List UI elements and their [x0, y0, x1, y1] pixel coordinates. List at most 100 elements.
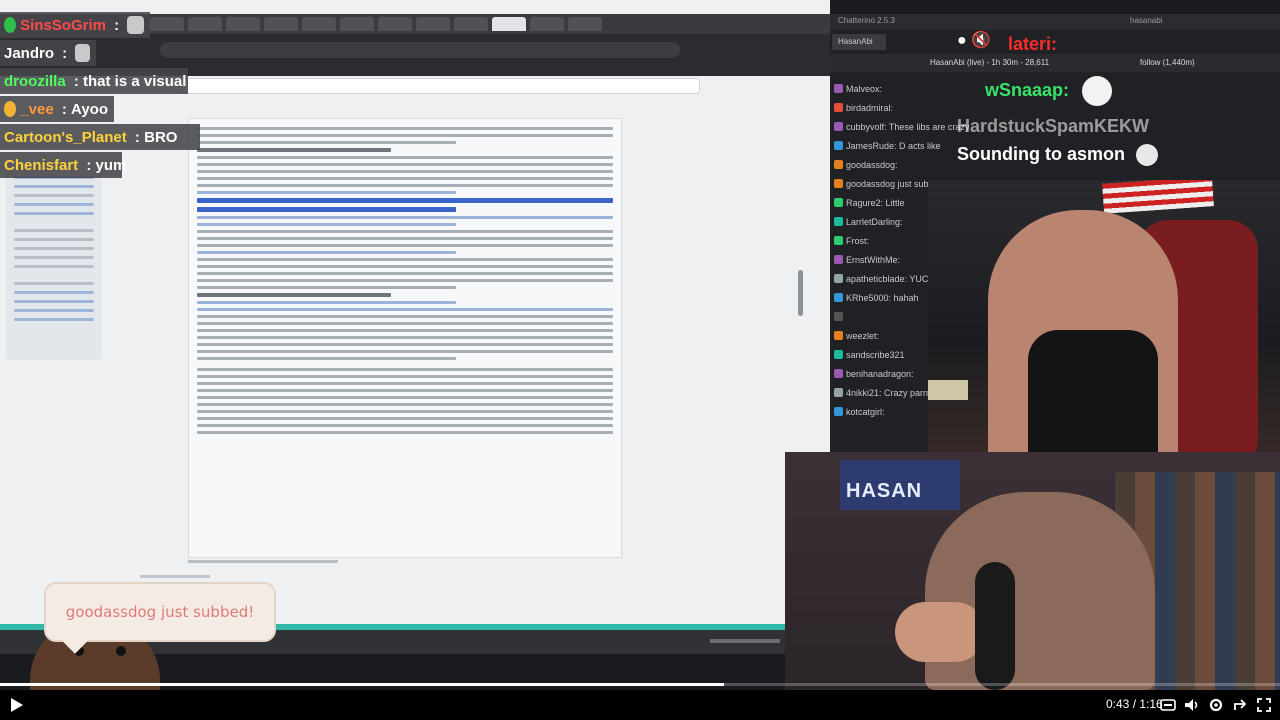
chat-message: Chenisfart : yum — [0, 152, 126, 178]
user-badge-icon — [834, 274, 843, 283]
chatterino-message: benihanadragon: — [834, 369, 914, 381]
user-badge-icon — [834, 84, 843, 93]
sub-alert-text: goodassdog just subbed! — [65, 603, 255, 621]
chatterino-message-text: 4nikki21: Crazy parrot — [846, 388, 934, 398]
chat-separator: : — [58, 44, 72, 62]
user-badge-icon — [4, 17, 17, 33]
chatterino-message-text: LarrletDarling: — [846, 217, 903, 227]
chatterino-message-text: Frost: — [846, 236, 870, 246]
chat-text: BRO — [144, 128, 178, 146]
chatterino-stream-info: HasanAbi (live) - 1h 30m - 28,611 — [930, 58, 1050, 67]
overlay-user-wsnaaap: wSnaaap: — [985, 79, 1070, 100]
chat-message: droozilla : that is a visual — [0, 68, 188, 94]
chatterino-message: kotcatgirl: — [834, 407, 885, 419]
video-player[interactable]: Chatterino 2.5.3 hasanabi HasanAbi Hasan… — [0, 0, 1280, 690]
chatterino-message-text: ErnstWithMe: — [846, 255, 901, 265]
chatterino-message-text: goodassdog: — [846, 160, 898, 170]
chatterino-message-text: birdadmiral: — [846, 103, 894, 113]
chatterino-channel-header: HasanAbi (live) - 1h 30m - 28,611 follow… — [830, 54, 1280, 72]
chat-username: Cartoon's_Planet — [4, 128, 127, 146]
overlay-msg-wsnaaap: wSnaaap: — [985, 76, 1113, 106]
comment-actions — [188, 560, 338, 563]
overlay-msg-lateri: lateri: — [1008, 34, 1058, 54]
chat-separator: : — [109, 16, 124, 34]
chatterino-message: birdadmiral: — [834, 103, 893, 115]
chatterino-message-text: sandscribe321 — [846, 350, 905, 360]
archive-side-panel — [6, 170, 102, 360]
guest-webcam — [928, 180, 1280, 473]
captions-button[interactable] — [1158, 695, 1178, 715]
user-badge-icon — [834, 255, 843, 264]
ghost-icon: ● — [957, 32, 967, 49]
user-badge-icon — [834, 236, 843, 245]
play-button[interactable] — [6, 695, 26, 715]
flag-decoration — [1102, 180, 1214, 214]
user-badge-icon — [834, 103, 843, 112]
time-current: 0:43 — [1106, 697, 1130, 711]
emote-icon — [75, 44, 90, 62]
chatterino-message: sandscribe321 — [834, 350, 905, 362]
chatterino-message-text: kotcatgirl: — [846, 407, 885, 417]
chatterino-message: Ragure2: Little — [834, 198, 905, 210]
chatterino-message-text: Malveox: — [846, 84, 883, 94]
chatterino-message: apatheticblade: YUCK — [834, 274, 934, 286]
playback-speed-button[interactable] — [1206, 695, 1226, 715]
overlay-sounding-text: Sounding to asmon — [957, 144, 1125, 164]
chat-message: Jandro : — [0, 40, 96, 66]
user-badge-icon — [834, 141, 843, 150]
streamer-webcam: HASAN — [785, 452, 1280, 690]
shocked-emote-icon — [1082, 76, 1113, 106]
chat-message: Cartoon's_Planet : BRO — [0, 124, 200, 150]
chatterino-channel-title: hasanabi — [1130, 16, 1163, 25]
chatterino-app-title: Chatterino 2.5.3 — [838, 16, 895, 25]
chatterino-message: JamesRude: D acts like — [834, 141, 941, 153]
chat-text: yum — [95, 156, 127, 174]
share-icon — [1234, 699, 1247, 710]
chatterino-message-text: JamesRude: D acts like — [846, 141, 941, 151]
chatterino-message-text: Ragure2: Little — [846, 198, 905, 208]
chatterino-follow-info: follow (1,440m) — [1140, 58, 1195, 67]
chatterino-message: Frost: — [834, 236, 869, 248]
captions-icon — [1160, 699, 1176, 711]
chatterino-message: weezlet: — [834, 331, 879, 343]
seek-bar-progress — [0, 683, 725, 686]
chatterino-message-text: KRhe5000: hahah — [846, 293, 919, 303]
play-icon — [11, 698, 23, 712]
time-separator: / — [1129, 697, 1140, 711]
chat-message: _vee : Ayoo — [0, 96, 114, 122]
neon-sign-text: HASAN — [846, 480, 923, 502]
article-body — [188, 118, 622, 558]
page-scrollbar — [798, 270, 803, 316]
volume-button[interactable] — [1182, 695, 1202, 715]
user-badge-icon — [834, 198, 843, 207]
chatterino-message: ErnstWithMe: — [834, 255, 900, 267]
share-button[interactable] — [1230, 695, 1250, 715]
chat-username: Chenisfart — [4, 156, 79, 174]
chatterino-message-text: benihanadragon: — [846, 369, 914, 379]
sub-alert: goodassdog just subbed! — [44, 582, 276, 654]
chat-username: Jandro — [4, 44, 55, 62]
user-badge-icon — [834, 388, 843, 397]
chat-separator: : — [130, 128, 145, 146]
chatterino-message: goodassdog: — [834, 160, 898, 172]
user-badge-icon — [834, 160, 843, 169]
user-badge-icon — [834, 331, 843, 340]
chatterino-message: KRhe5000: hahah — [834, 293, 919, 305]
user-badge-icon — [834, 293, 843, 302]
overlay-msg-sounding: Sounding to asmon — [957, 144, 1159, 167]
chatterino-message-text: weezlet: — [846, 331, 880, 341]
chat-message: SinsSoGrim : — [0, 12, 150, 38]
mute-icon: 🔇 — [971, 32, 992, 49]
chatterino-message-text: cubbyvolf: These libs are crazy — [846, 122, 970, 132]
chatterino-titlebar: Chatterino 2.5.3 hasanabi — [830, 14, 1280, 30]
seek-bar[interactable] — [0, 683, 1280, 686]
fullscreen-icon — [1257, 698, 1271, 712]
player-controls: 0:43 / 1:16 — [0, 690, 1280, 720]
user-badge-icon — [4, 101, 17, 117]
chatterino-message: Malveox: — [834, 84, 882, 96]
comment-count — [140, 575, 210, 578]
chatterino-message — [834, 312, 846, 324]
user-badge-icon — [834, 350, 843, 359]
chat-overlay: SinsSoGrim : Jandro : droozilla : that i… — [0, 0, 286, 180]
fullscreen-button[interactable] — [1254, 695, 1274, 715]
